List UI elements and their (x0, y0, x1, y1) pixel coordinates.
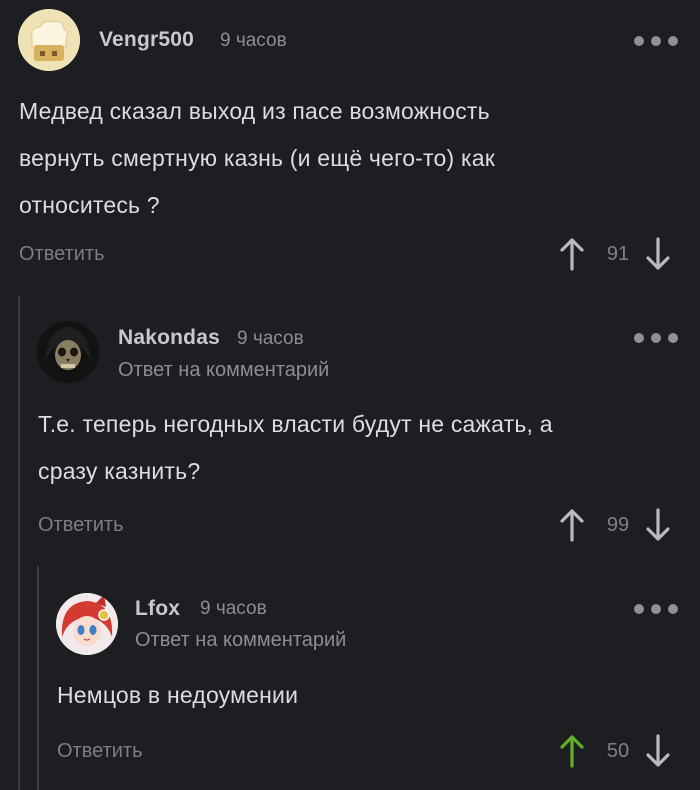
reply-button[interactable]: Ответить (38, 514, 124, 537)
comment-text-line: сразу казнить? (38, 458, 201, 484)
comment-time: 9 часов (237, 328, 304, 349)
comment-text: Т.е. теперь негодных власти будут не саж… (38, 401, 688, 495)
more-options-icon[interactable] (634, 35, 678, 47)
comment-text-line: относитесь ? (19, 192, 160, 218)
comment-score: 91 (606, 242, 630, 265)
comment-author[interactable]: Lfox (135, 597, 180, 621)
downvote-arrow-icon[interactable] (645, 733, 671, 769)
reply-to-label[interactable]: Ответ на комментарий (118, 359, 329, 382)
comment-text: Медвед сказал выход из пасе возможность … (19, 88, 689, 229)
comment-text-line: вернуть смертную казнь (и ещё чего-то) к… (19, 145, 495, 171)
downvote-arrow-icon[interactable] (645, 236, 671, 272)
comment-author[interactable]: Vengr500 (99, 28, 194, 52)
more-options-icon[interactable] (634, 332, 678, 344)
reply-button[interactable]: Ответить (57, 740, 143, 763)
comment-time: 9 часов (220, 30, 287, 51)
reply-to-label[interactable]: Ответ на комментарий (135, 629, 346, 652)
comment-text: Немцов в недоумении (57, 672, 687, 719)
comment-time: 9 часов (200, 598, 267, 619)
upvote-arrow-icon[interactable] (559, 507, 585, 543)
comment-lfox: Lfox 9 часов Ответ на комментарий Немцов… (0, 570, 700, 790)
skull-avatar-icon[interactable] (37, 321, 99, 383)
vote-controls: 99 (559, 507, 671, 543)
comment-text-line: Т.е. теперь негодных власти будут не саж… (38, 411, 553, 437)
upvote-arrow-icon-active[interactable] (559, 733, 585, 769)
comment-nakondas: Nakondas 9 часов Ответ на комментарий Т.… (0, 300, 700, 560)
comment-thread: Vengr500 9 часов Медвед сказал выход из … (0, 0, 700, 790)
comment-score: 99 (606, 513, 630, 536)
comment-text-line: Медвед сказал выход из пасе возможность (19, 98, 490, 124)
comment-score: 50 (606, 739, 630, 762)
comment-vengr500: Vengr500 9 часов Медвед сказал выход из … (0, 0, 700, 290)
vote-controls: 50 (559, 733, 671, 769)
more-options-icon[interactable] (634, 603, 678, 615)
reply-button[interactable]: Ответить (19, 243, 105, 266)
comment-author[interactable]: Nakondas (118, 326, 220, 350)
anime-girl-avatar-icon[interactable] (56, 593, 118, 655)
downvote-arrow-icon[interactable] (645, 507, 671, 543)
upvote-arrow-icon[interactable] (559, 236, 585, 272)
comment-text-line: Немцов в недоумении (57, 682, 299, 708)
chef-hat-avatar-icon[interactable] (18, 9, 80, 71)
vote-controls: 91 (559, 236, 671, 272)
